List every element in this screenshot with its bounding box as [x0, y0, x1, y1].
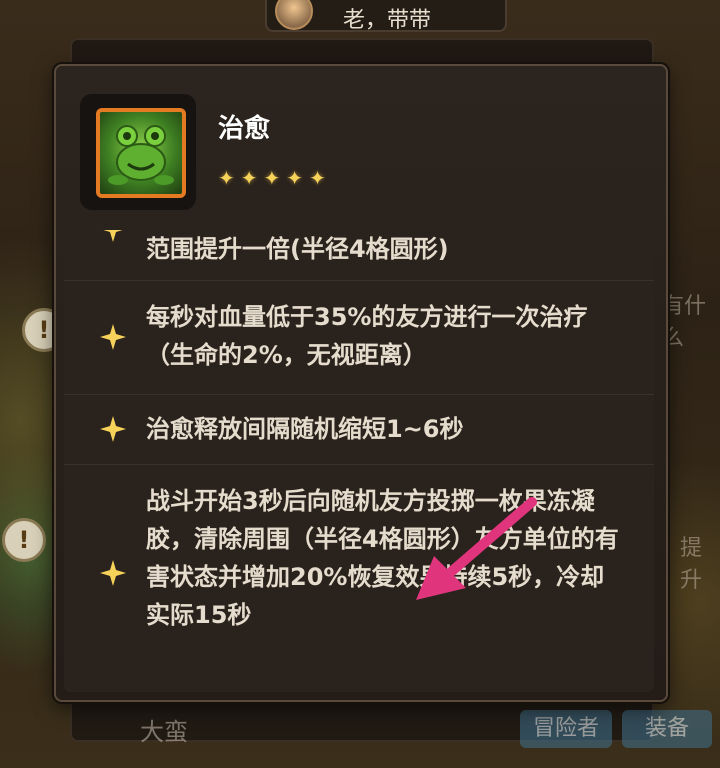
list-item: 战斗开始3秒后向随机友方投掷一枚果冻凝胶，清除周围（半径4格圆形）友方单位的有害…: [64, 464, 654, 692]
list-item: 治愈释放间隔随机缩短1~6秒: [64, 394, 654, 465]
star-icon: ✦: [286, 166, 304, 190]
skill-effect-text: 战斗开始3秒后向随机友方投掷一枚果冻凝胶，清除周围（半径4格圆形）友方单位的有害…: [146, 487, 619, 629]
star-icon: ✦: [240, 166, 258, 190]
skill-star-rating: ✦ ✦ ✦ ✦ ✦: [218, 166, 326, 190]
sparkle-icon: [100, 230, 126, 242]
slime-frog-skill-icon: [96, 108, 186, 198]
background-bottom-label: 大蛮: [140, 718, 188, 746]
exclamation-icon: !: [2, 518, 46, 562]
skill-tooltip: 治愈 ✦ ✦ ✦ ✦ ✦ 范围提升一倍(半径4格圆形) 每秒对血量低于35%的友…: [54, 64, 668, 702]
list-item: 每秒对血量低于35%的友方进行一次治疗（生命的2%，无视距离）: [64, 280, 654, 395]
sparkle-icon: [100, 324, 126, 350]
background-text-right-2: 提升: [680, 536, 703, 593]
player-name: 老，带带: [343, 8, 432, 33]
sparkle-icon: [100, 416, 126, 442]
adventurer-button[interactable]: 冒险者: [520, 710, 612, 748]
equipment-button[interactable]: 装备: [622, 710, 712, 748]
star-icon: ✦: [309, 166, 326, 190]
skill-icon-frame: [80, 94, 196, 210]
player-name-tab: 老，带带: [265, 0, 507, 33]
skill-effect-text: 范围提升一倍(半径4格圆形): [146, 235, 449, 263]
star-icon: ✦: [218, 166, 235, 190]
player-avatar: [275, 0, 313, 30]
background-text-right: 有什么: [662, 294, 707, 351]
star-icon: ✦: [263, 166, 281, 190]
skill-title: 治愈: [218, 114, 271, 144]
list-item: 范围提升一倍(半径4格圆形): [64, 230, 654, 281]
sparkle-icon: [100, 560, 126, 586]
skill-effect-text: 每秒对血量低于35%的友方进行一次治疗（生命的2%，无视距离）: [146, 303, 588, 369]
skill-description-list[interactable]: 范围提升一倍(半径4格圆形) 每秒对血量低于35%的友方进行一次治疗（生命的2%…: [64, 230, 654, 692]
skill-effect-text: 治愈释放间隔随机缩短1~6秒: [146, 415, 464, 443]
